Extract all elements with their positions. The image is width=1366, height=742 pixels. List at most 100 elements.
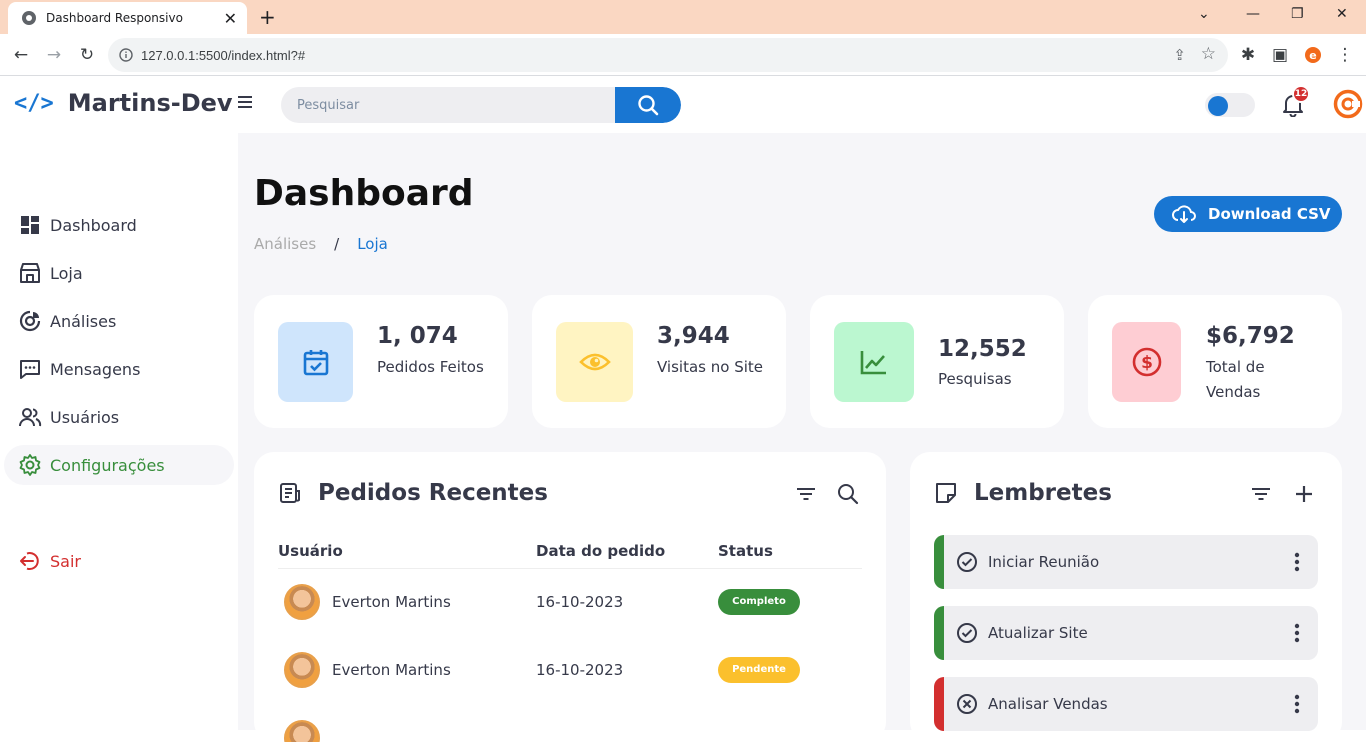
sidebar-item-label: Dashboard xyxy=(50,215,137,235)
notification-badge: 12 xyxy=(1292,85,1310,103)
stat-icon-box: $ xyxy=(1112,322,1181,402)
reminder-label: Analisar Vendas xyxy=(988,695,1108,713)
sidebar-item-analises[interactable]: Análises xyxy=(12,301,234,341)
notifications-button[interactable]: 12 xyxy=(1280,85,1310,118)
share-icon[interactable]: ⇪ xyxy=(1173,46,1186,64)
extensions-icon[interactable]: ✱ xyxy=(1237,44,1259,66)
close-tab-icon[interactable]: ✕ xyxy=(224,9,237,28)
reminder-item[interactable]: Analisar Vendas xyxy=(934,677,1318,731)
bookmark-star-icon[interactable]: ☆ xyxy=(1201,44,1216,64)
message-icon xyxy=(20,360,40,379)
column-header-user[interactable]: Usuário xyxy=(278,534,536,569)
more-vertical-icon[interactable] xyxy=(1294,623,1300,643)
reminder-status-bar xyxy=(934,677,944,731)
user-name: Everton Martins xyxy=(332,661,451,679)
sidebar-item-mensagens[interactable]: Mensagens xyxy=(12,349,234,389)
table-row[interactable] xyxy=(278,704,862,742)
chevron-down-icon[interactable]: ⌄ xyxy=(1198,6,1210,22)
back-icon[interactable]: ← xyxy=(10,44,32,66)
cloud-download-icon xyxy=(1172,205,1196,223)
svg-text:e: e xyxy=(1309,49,1316,62)
brand[interactable]: </> Martins-Dev xyxy=(14,89,233,117)
new-tab-icon[interactable]: + xyxy=(259,5,276,29)
table-row[interactable]: Everton Martins 16-10-2023 Pendente xyxy=(278,636,862,704)
check-circle-icon[interactable] xyxy=(956,551,978,573)
add-icon[interactable] xyxy=(1292,482,1316,506)
stat-icon-box xyxy=(556,322,633,402)
logout-icon xyxy=(20,552,39,570)
sidebar-item-dashboard[interactable]: Dashboard xyxy=(12,205,234,245)
code-icon: </> xyxy=(14,90,54,116)
reminders-card: Lembretes Iniciar Reunião Atualizar Site… xyxy=(910,452,1342,742)
info-icon[interactable] xyxy=(119,48,133,62)
search-input[interactable] xyxy=(281,87,615,123)
more-vertical-icon[interactable] xyxy=(1294,552,1300,572)
extension-logo-icon[interactable]: e xyxy=(1302,44,1324,66)
sidebar-item-label: Configurações xyxy=(50,455,165,475)
reminder-item[interactable]: Iniciar Reunião xyxy=(934,535,1318,589)
sidebar-item-usuarios[interactable]: Usuários xyxy=(12,397,234,437)
table-row[interactable]: Everton Martins 16-10-2023 Completo xyxy=(278,568,862,636)
search-button[interactable] xyxy=(615,87,681,123)
stat-icon-box xyxy=(278,322,353,402)
tab-title: Dashboard Responsivo xyxy=(46,11,183,25)
card-header: Pedidos Recentes xyxy=(278,480,548,506)
side-panel-icon[interactable]: ▣ xyxy=(1269,44,1291,66)
close-window-icon[interactable]: ✕ xyxy=(1336,6,1348,22)
sidebar-item-configuracoes[interactable]: Configurações xyxy=(8,445,234,485)
page-title: Dashboard xyxy=(254,173,474,214)
reload-icon[interactable]: ↻ xyxy=(76,44,98,66)
reminder-item[interactable]: Atualizar Site xyxy=(934,606,1318,660)
menu-icon[interactable] xyxy=(236,93,254,111)
eye-icon xyxy=(578,353,611,371)
table-header-row: Usuário Data do pedido Status xyxy=(278,534,862,569)
theme-toggle[interactable] xyxy=(1205,93,1255,117)
address-bar[interactable]: 127.0.0.1:5500/index.html?# ⇪ ☆ xyxy=(108,38,1228,72)
logout-label: Sair xyxy=(50,551,81,571)
top-navbar: </> Martins-Dev 12 xyxy=(0,77,1366,133)
more-vertical-icon[interactable] xyxy=(1294,694,1300,714)
filter-icon[interactable] xyxy=(794,482,818,506)
breadcrumb-item-loja[interactable]: Loja xyxy=(357,235,388,253)
globe-icon xyxy=(22,11,36,25)
breadcrumb-item-analises[interactable]: Análises xyxy=(254,235,316,253)
logout-button[interactable]: Sair xyxy=(12,541,234,581)
reminder-label: Iniciar Reunião xyxy=(988,553,1100,571)
stat-label: Visitas no Site xyxy=(657,358,763,376)
card-title: Lembretes xyxy=(974,480,1112,506)
order-date: 16-10-2023 xyxy=(536,661,624,679)
sidebar-item-loja[interactable]: Loja xyxy=(12,253,234,293)
sticky-note-icon xyxy=(936,483,956,503)
search-icon xyxy=(638,95,659,116)
sidebar-item-label: Usuários xyxy=(50,407,120,427)
breadcrumb-separator: / xyxy=(334,235,340,253)
browser-tab[interactable]: Dashboard Responsivo ✕ xyxy=(8,2,247,34)
line-chart-icon xyxy=(860,351,886,375)
filter-icon[interactable] xyxy=(1249,482,1273,506)
column-header-date[interactable]: Data do pedido xyxy=(536,534,718,569)
app: </> Martins-Dev 12 Dashboard Loja Anális xyxy=(0,77,1366,742)
browser-tabstrip: Dashboard Responsivo ✕ + ⌄ — ❐ ✕ xyxy=(0,0,1366,34)
avatar xyxy=(284,584,320,621)
store-icon xyxy=(20,263,40,283)
analytics-icon xyxy=(19,310,41,332)
minimize-icon[interactable]: — xyxy=(1246,6,1260,22)
search-icon[interactable] xyxy=(836,482,860,506)
check-circle-icon[interactable] xyxy=(956,622,978,644)
stat-label: Pesquisas xyxy=(938,370,1012,388)
browser-menu-icon[interactable]: ⋮ xyxy=(1334,44,1356,66)
profile-logo-icon[interactable] xyxy=(1333,89,1363,119)
column-header-status[interactable]: Status xyxy=(718,534,862,569)
x-circle-icon[interactable] xyxy=(956,693,978,715)
stat-value: 12,552 xyxy=(938,336,1027,362)
download-csv-button[interactable]: Download CSV xyxy=(1154,196,1342,232)
stat-label: Pedidos Feitos xyxy=(377,358,484,376)
svg-text:$: $ xyxy=(1141,353,1153,373)
user-name: Everton Martins xyxy=(332,593,451,612)
restore-icon[interactable]: ❐ xyxy=(1291,6,1304,22)
users-icon xyxy=(19,408,42,427)
forward-icon[interactable]: → xyxy=(43,44,65,66)
stat-card-orders: 1, 074 Pedidos Feitos xyxy=(254,295,508,428)
stat-card-sales: $ $6,792 Total de Vendas xyxy=(1088,295,1342,428)
url-text: 127.0.0.1:5500/index.html?# xyxy=(141,47,306,63)
